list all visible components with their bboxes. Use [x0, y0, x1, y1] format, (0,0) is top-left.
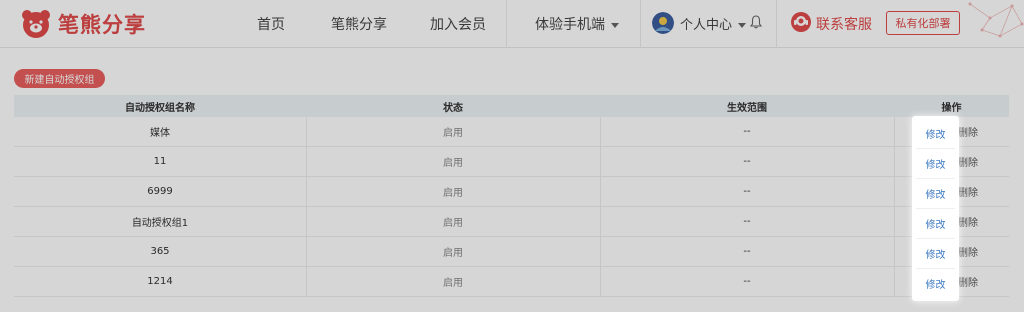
top-navbar: 笔熊分享 首页 笔熊分享 加入会员 体验手机端 个人中心 联系客服 私有化部署: [0, 0, 1024, 48]
bear-logo-icon: [22, 10, 50, 38]
brand-name: 笔熊分享: [58, 13, 146, 37]
status-cell: 启用: [443, 128, 463, 139]
column-header-name: 自动授权组名称: [125, 102, 195, 114]
brand-logo[interactable]: 笔熊分享: [20, 8, 146, 40]
edit-column-spotlight: 修改 修改 修改 修改 修改 修改: [912, 116, 959, 301]
avatar-image-icon: [652, 12, 674, 34]
nav-divider: [506, 0, 507, 48]
nav-home[interactable]: 首页: [257, 14, 285, 34]
user-center-menu[interactable]: 个人中心: [680, 14, 747, 33]
nav-divider: [640, 0, 641, 48]
status-cell: 启用: [443, 188, 463, 199]
nav-join-member[interactable]: 加入会员: [430, 14, 486, 34]
edit-button[interactable]: 修改: [912, 208, 959, 238]
table-row: 1214 启用 -- 删除: [14, 267, 1009, 297]
scope-cell: --: [743, 186, 751, 197]
user-center-label: 个人中心: [680, 18, 733, 33]
delete-button[interactable]: 删除: [958, 267, 978, 296]
customer-service-link[interactable]: 联系客服: [816, 14, 872, 34]
edit-button[interactable]: 修改: [912, 118, 959, 148]
chevron-down-icon: [611, 22, 619, 28]
table-row: 365 启用 -- 删除: [14, 237, 1009, 267]
private-deploy-button[interactable]: 私有化部署: [886, 11, 960, 35]
delete-button[interactable]: 删除: [958, 207, 978, 236]
table-row: 自动授权组1 启用 -- 删除: [14, 207, 1009, 237]
table-header: 自动授权组名称 状态 生效范围 操作: [14, 95, 1009, 117]
scope-cell: --: [743, 216, 751, 227]
table-row: 6999 启用 -- 删除: [14, 177, 1009, 207]
scope-cell: --: [743, 276, 751, 287]
status-cell: 启用: [443, 158, 463, 169]
group-name-cell: 1214: [147, 276, 173, 287]
delete-button[interactable]: 删除: [958, 237, 978, 266]
edit-button[interactable]: 修改: [912, 238, 959, 268]
delete-button[interactable]: 删除: [958, 177, 978, 206]
nav-share[interactable]: 笔熊分享: [331, 14, 387, 34]
group-name-cell: 11: [153, 156, 167, 167]
group-name-cell: 自动授权组1: [131, 218, 189, 229]
table-row: 媒体 启用 -- 删除: [14, 117, 1009, 147]
status-cell: 启用: [443, 218, 463, 229]
auth-group-table: 自动授权组名称 状态 生效范围 操作 媒体 启用 -- 删除 11 启用 -- …: [14, 95, 1009, 297]
customer-service-icon[interactable]: [790, 11, 812, 33]
nav-mobile[interactable]: 体验手机端: [535, 14, 619, 34]
status-cell: 启用: [443, 248, 463, 259]
status-cell: 启用: [443, 278, 463, 289]
column-header-actions: 操作: [941, 102, 962, 114]
column-header-scope: 生效范围: [727, 102, 767, 114]
new-auto-auth-group-button[interactable]: 新建自动授权组: [14, 69, 105, 88]
nav-divider: [776, 0, 777, 48]
column-header-status: 状态: [443, 102, 463, 114]
group-name-cell: 媒体: [150, 128, 170, 139]
scope-cell: --: [743, 156, 751, 167]
group-name-cell: 6999: [147, 186, 173, 197]
table-row: 11 启用 -- 删除: [14, 147, 1009, 177]
network-decoration-icon: [968, 2, 1024, 38]
delete-button[interactable]: 删除: [958, 147, 978, 176]
edit-button[interactable]: 修改: [912, 268, 959, 298]
user-avatar[interactable]: [652, 12, 674, 34]
bell-icon[interactable]: [750, 15, 762, 29]
edit-button[interactable]: 修改: [912, 178, 959, 208]
nav-mobile-label: 体验手机端: [535, 17, 605, 33]
group-name-cell: 365: [150, 246, 170, 257]
delete-button[interactable]: 删除: [958, 117, 978, 146]
scope-cell: --: [743, 246, 751, 257]
edit-button[interactable]: 修改: [912, 148, 959, 178]
chevron-down-icon: [738, 23, 747, 28]
scope-cell: --: [743, 126, 751, 137]
